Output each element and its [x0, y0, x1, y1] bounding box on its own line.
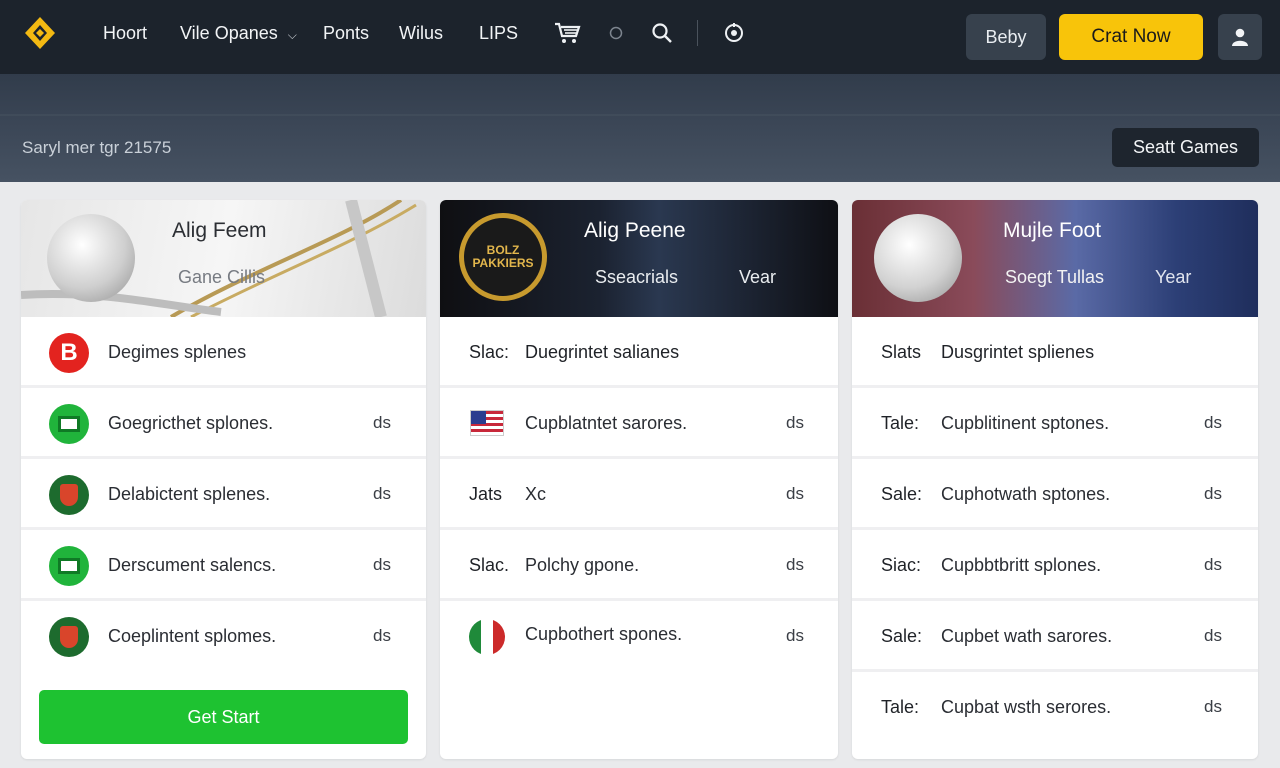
list-item[interactable]: B Degimes splenes — [21, 317, 426, 388]
chevron-down-icon: ⌵ — [287, 28, 297, 42]
list-item[interactable]: Derscument salencs. ds — [21, 530, 426, 601]
card-header: BOLZ PAKKIERS Alig Peene Sseacrials Vear — [440, 200, 838, 317]
card-year: Year — [1155, 267, 1192, 287]
flag-badge-icon — [469, 619, 505, 655]
card-title: Mujle Foot — [1003, 219, 1102, 242]
list-item[interactable]: Delabictent splenes. ds — [21, 459, 426, 530]
list-item[interactable]: Tale: Cupblitinent sptones. ds — [852, 388, 1258, 459]
crest-icon — [49, 475, 89, 515]
search-icon[interactable] — [647, 18, 677, 48]
trophy-emblem-icon — [47, 214, 135, 302]
nav-item-live-games[interactable]: Vile Opanes ⌵ — [180, 22, 297, 46]
card-year: Vear — [739, 267, 777, 287]
us-flag-icon — [470, 410, 504, 436]
nav-item-home[interactable]: Hoort — [103, 22, 147, 44]
club-badge-icon: BOLZ PAKKIERS — [459, 213, 547, 301]
card-subtitle: Sseacrials — [595, 267, 679, 287]
list-item[interactable]: Cupbothert spones. ds — [440, 601, 838, 672]
get-started-button[interactable]: Get Start — [39, 690, 408, 744]
settings-icon[interactable] — [719, 18, 749, 48]
card-title: Alig Peene — [584, 219, 686, 242]
top-nav: Hoort Vile Opanes ⌵ Ponts Wilus LIPS Beby… — [0, 0, 1280, 74]
card-title: Alig Feem — [172, 219, 267, 242]
green-flag-icon — [49, 404, 89, 444]
cart-icon[interactable] — [553, 18, 583, 48]
list-item[interactable]: Siac: Cupbbtbritt splones. ds — [852, 530, 1258, 601]
banner-text: Saryl mer tgr 21575 — [22, 138, 172, 157]
game-card: BOLZ PAKKIERS Alig Peene Sseacrials Vear… — [440, 200, 838, 759]
nav-item-lips[interactable]: LIPS — [479, 22, 518, 44]
nav-divider — [697, 20, 698, 46]
status-dot-icon[interactable] — [601, 18, 631, 48]
game-card: Alig Feem Gane Cillis B Degimes splenes … — [21, 200, 426, 759]
list-item[interactable]: Coeplintent splomes. ds — [21, 601, 426, 672]
search-games-button[interactable]: Seatt Games — [1112, 128, 1259, 167]
banner-divider — [0, 114, 1280, 116]
crest-icon — [49, 617, 89, 657]
user-icon[interactable] — [1218, 14, 1262, 60]
list-item[interactable]: Slac. Polchy gpone. ds — [440, 530, 838, 601]
card-subtitle: Soegt Tullas — [1005, 267, 1105, 287]
list-item[interactable]: Tale: Cupbat wsth serores. ds — [852, 672, 1258, 743]
list-item[interactable]: Sale: Cupbet wath sarores. ds — [852, 601, 1258, 672]
card-subtitle: Gane Cillis — [178, 267, 266, 287]
nav-item-points[interactable]: Ponts — [323, 22, 369, 44]
list-item[interactable]: Slats Dusgrintet splienes — [852, 317, 1258, 388]
list-item[interactable]: Jats Xc ds — [440, 459, 838, 530]
list-item[interactable]: Slac: Duegrintet salianes — [440, 317, 838, 388]
list-item[interactable]: Goegricthet splones. ds — [21, 388, 426, 459]
create-now-button[interactable]: Crat Now — [1059, 14, 1203, 60]
logo-icon[interactable] — [24, 16, 56, 50]
list-item[interactable]: Sale: Cuphotwath sptones. ds — [852, 459, 1258, 530]
login-button[interactable]: Beby — [966, 14, 1046, 60]
card-header: Mujle Foot Soegt Tullas Year — [852, 200, 1258, 317]
b-red-icon: B — [49, 333, 89, 373]
green-flag-icon — [49, 546, 89, 586]
promo-banner: Saryl mer tgr 21575 Seatt Games — [0, 74, 1280, 182]
game-card: Mujle Foot Soegt Tullas Year Slats Dusgr… — [852, 200, 1258, 759]
card-header: Alig Feem Gane Cillis — [21, 200, 426, 317]
trophy-emblem-icon — [874, 214, 962, 302]
nav-item-wilus[interactable]: Wilus — [399, 22, 443, 44]
list-item[interactable]: Cupblatntet sarores. ds — [440, 388, 838, 459]
